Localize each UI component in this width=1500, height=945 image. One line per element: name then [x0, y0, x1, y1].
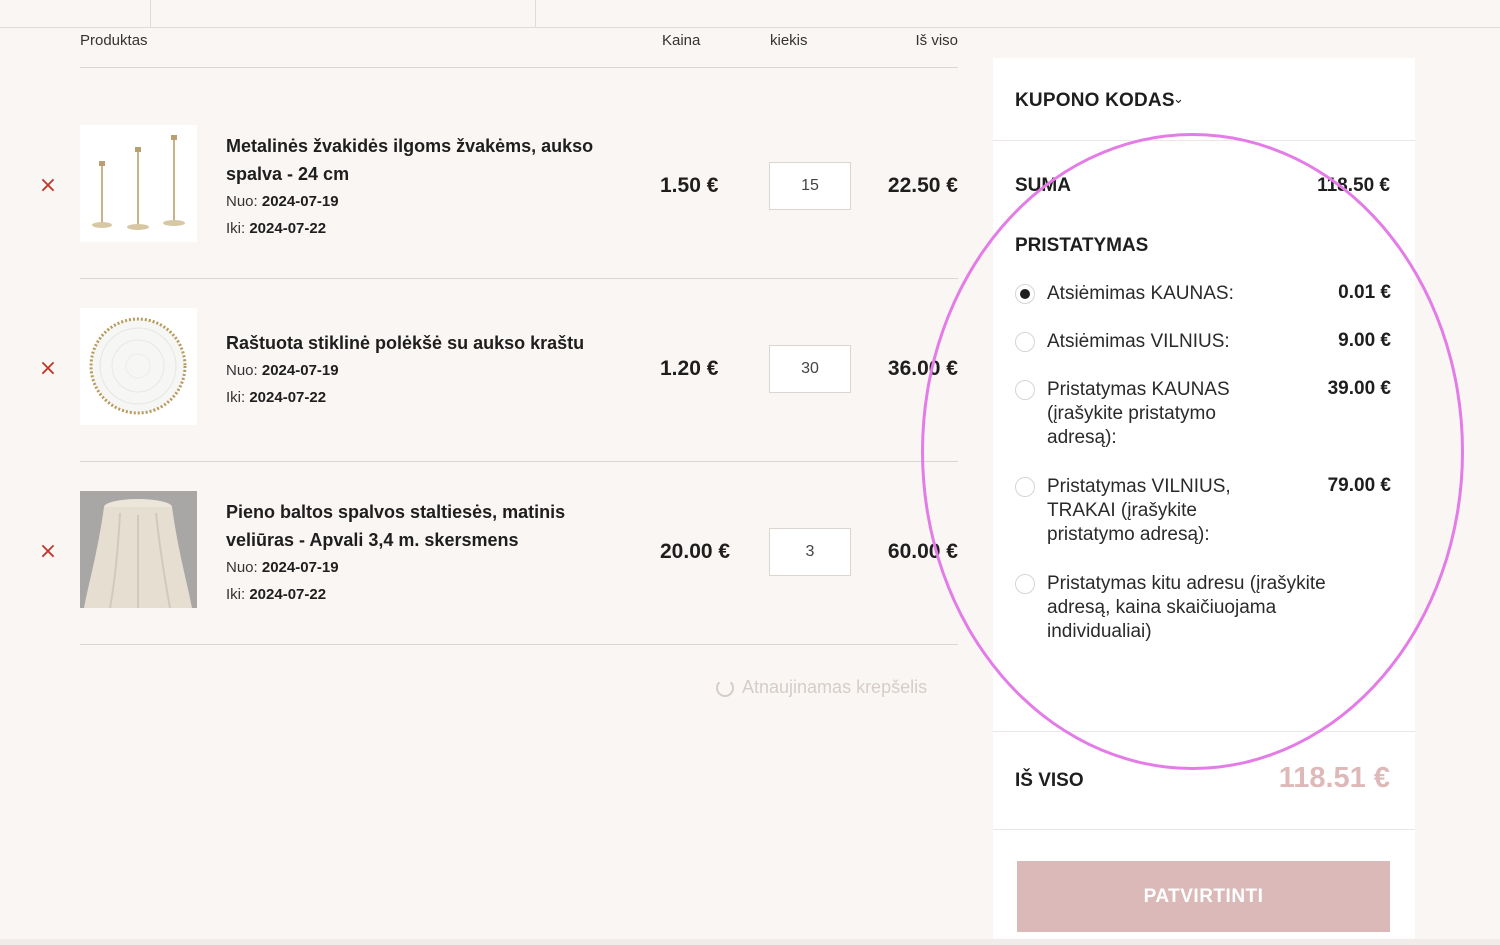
refresh-cart-status[interactable]: Atnaujinamas krepšelis	[716, 677, 927, 698]
product-name-line[interactable]: Pieno baltos spalvos staltiesės, matinis	[226, 502, 565, 522]
shipping-option-price: 79.00 €	[1327, 475, 1391, 496]
product-name[interactable]: Metalinės žvakidės ilgoms žvakėms, aukso…	[226, 132, 626, 188]
product-info: Pieno baltos spalvos staltiesės, matinis…	[226, 498, 626, 608]
shipping-option-label: Atsiėmimas VILNIUS:	[1047, 331, 1230, 352]
cart-row: × Metalinės žvakidės ilgoms žvakėms, auk…	[0, 96, 958, 279]
rental-to: Iki: 2024-07-22	[226, 215, 626, 242]
product-name[interactable]: Raštuota stiklinė polėkšė su aukso krašt…	[226, 329, 626, 357]
to-date: 2024-07-22	[249, 220, 327, 237]
to-label: Iki:	[226, 220, 246, 237]
subtotal-value: 118.50 €	[1317, 175, 1390, 196]
header-product: Produktas	[80, 32, 148, 49]
shipping-option-price: 9.00 €	[1338, 330, 1391, 351]
rental-from: Nuo: 2024-07-19	[226, 357, 626, 384]
product-image-candle-holders[interactable]	[80, 125, 197, 242]
order-summary-panel: KUPONO KODAS ⌄ SUMA 118.50 € PRISTATYMAS…	[993, 58, 1415, 945]
from-label: Nuo:	[226, 193, 258, 210]
shipping-title: PRISTATYMAS	[1015, 235, 1149, 256]
remove-item-icon[interactable]: ×	[38, 175, 58, 197]
shipping-option-pickup-vilnius[interactable]: Atsiėmimas VILNIUS: 9.00 €	[1015, 330, 1391, 356]
nav-divider	[535, 0, 536, 28]
chevron-down-icon: ⌄	[1173, 92, 1184, 107]
rental-from: Nuo: 2024-07-19	[226, 188, 626, 215]
from-date: 2024-07-19	[261, 362, 339, 379]
quantity-input[interactable]	[769, 528, 851, 576]
item-price: 1.50 €	[660, 174, 719, 197]
header-price: Kaina	[662, 32, 701, 49]
to-date: 2024-07-22	[249, 389, 327, 406]
shipping-option-delivery-kaunas[interactable]: Pristatymas KAUNAS (įrašykite pristatymo…	[1015, 378, 1391, 452]
to-label: Iki:	[226, 586, 246, 603]
row-divider	[80, 644, 958, 645]
product-name[interactable]: Pieno baltos spalvos staltiesės, matinis…	[226, 498, 626, 554]
product-name-line[interactable]: veliūras - Apvali 3,4 m. skersmens	[226, 530, 519, 550]
cart-row: × Raštuota stiklinė polėkšė su aukso kra…	[0, 279, 958, 462]
shipping-option-other-address[interactable]: Pristatymas kitu adresu (įrašykite adres…	[1015, 572, 1391, 646]
remove-item-icon[interactable]: ×	[38, 358, 58, 380]
shipping-option-label: Pristatymas VILNIUS, TRAKAI (įrašykite p…	[1047, 476, 1231, 545]
rental-to: Iki: 2024-07-22	[226, 581, 626, 608]
quantity-input[interactable]	[769, 345, 851, 393]
to-date: 2024-07-22	[249, 586, 327, 603]
shipping-option-delivery-vilnius-trakai[interactable]: Pristatymas VILNIUS, TRAKAI (įrašykite p…	[1015, 475, 1391, 549]
coupon-toggle[interactable]: KUPONO KODAS ⌄	[993, 58, 1415, 141]
item-price: 20.00 €	[660, 540, 731, 563]
nav-divider	[150, 0, 151, 28]
item-price: 1.20 €	[660, 357, 719, 380]
top-navigation-bar	[0, 0, 1500, 28]
rental-from: Nuo: 2024-07-19	[226, 554, 626, 581]
coupon-label: KUPONO KODAS	[1015, 90, 1175, 111]
order-total-label: IŠ VISO	[1015, 770, 1084, 791]
radio-unselected[interactable]	[1015, 574, 1035, 594]
rental-to: Iki: 2024-07-22	[226, 384, 626, 411]
cart-row: × Pieno baltos spalvos staltiesės, matin…	[0, 462, 958, 645]
radio-selected[interactable]	[1015, 284, 1035, 304]
cart-table-header: Produktas Kaina kiekis Iš viso	[80, 32, 958, 68]
shipping-option-pickup-kaunas[interactable]: Atsiėmimas KAUNAS: 0.01 €	[1015, 282, 1391, 308]
product-name-line[interactable]: spalva - 24 cm	[226, 164, 349, 184]
item-total: 60.00 €	[887, 540, 958, 563]
radio-unselected[interactable]	[1015, 380, 1035, 400]
product-image-tablecloth[interactable]	[80, 491, 197, 608]
order-total-value: 118.51 €	[1278, 762, 1390, 794]
shipping-option-label: Pristatymas kitu adresu (įrašykite adres…	[1047, 573, 1326, 642]
product-info: Metalinės žvakidės ilgoms žvakėms, aukso…	[226, 132, 626, 242]
from-label: Nuo:	[226, 559, 258, 576]
product-name-line[interactable]: Raštuota stiklinė polėkšė su aukso krašt…	[226, 333, 584, 353]
product-image-glass-plate[interactable]	[80, 308, 197, 425]
order-total-row: IŠ VISO 118.51 €	[993, 731, 1415, 830]
radio-unselected[interactable]	[1015, 477, 1035, 497]
confirm-button[interactable]: PATVIRTINTI	[1017, 861, 1390, 932]
refresh-icon	[716, 678, 734, 697]
product-name-line[interactable]: Metalinės žvakidės ilgoms žvakėms, aukso	[226, 136, 593, 156]
from-label: Nuo:	[226, 362, 258, 379]
to-label: Iki:	[226, 389, 246, 406]
bottom-strip	[0, 939, 1500, 945]
refresh-cart-label: Atnaujinamas krepšelis	[742, 677, 928, 697]
shipping-option-price: 0.01 €	[1338, 282, 1391, 303]
shipping-option-label: Pristatymas KAUNAS (įrašykite pristatymo…	[1047, 379, 1230, 448]
shipping-option-label: Atsiėmimas KAUNAS:	[1047, 283, 1234, 304]
shipping-option-price: 39.00 €	[1327, 378, 1391, 399]
header-qty: kiekis	[770, 32, 808, 49]
item-total: 36.00 €	[887, 357, 958, 380]
subtotal-label: SUMA	[1015, 175, 1071, 196]
radio-unselected[interactable]	[1015, 332, 1035, 352]
header-total: Iš viso	[915, 32, 958, 49]
product-info: Raštuota stiklinė polėkšė su aukso krašt…	[226, 329, 626, 411]
remove-item-icon[interactable]: ×	[38, 541, 58, 563]
item-total: 22.50 €	[887, 174, 958, 197]
from-date: 2024-07-19	[261, 193, 339, 210]
from-date: 2024-07-19	[261, 559, 339, 576]
quantity-input[interactable]	[769, 162, 851, 210]
